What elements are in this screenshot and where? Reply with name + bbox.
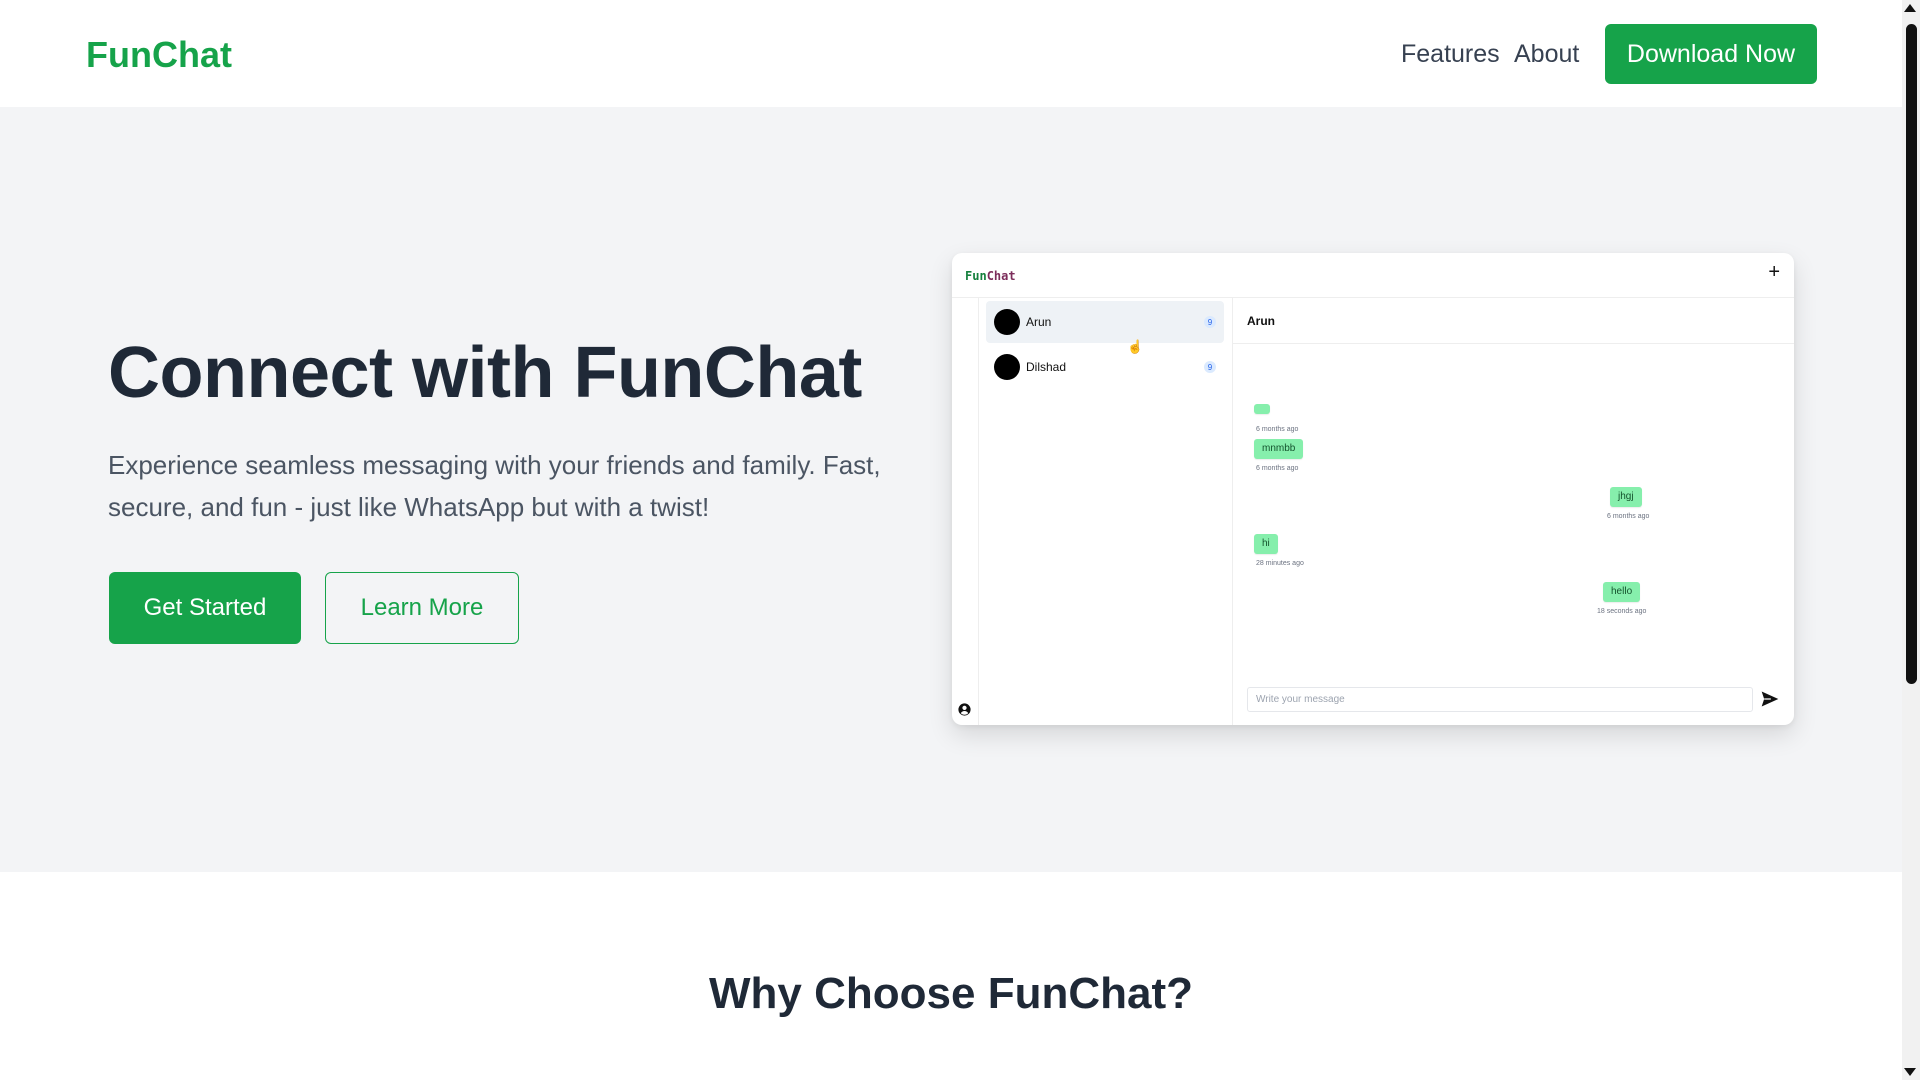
message-bubble: mnmbb: [1254, 439, 1304, 459]
message-bubble: hi: [1254, 534, 1278, 554]
scroll-down-arrow-icon[interactable]: [1904, 1068, 1916, 1076]
features-section: Why Choose FunChat?: [0, 872, 1902, 1080]
chat-header-name: Arun: [1247, 314, 1275, 328]
mockup-list-divider: [1232, 298, 1233, 725]
mockup-logo-part2: Chat: [986, 269, 1016, 283]
download-now-button[interactable]: Download Now: [1605, 24, 1817, 84]
landing-page: FunChat Features About Download Now Conn…: [0, 0, 1902, 1080]
brand-logo[interactable]: FunChat: [86, 34, 232, 76]
message-timestamp: 6 months ago: [1607, 513, 1650, 520]
contact-item-arun[interactable]: Arun 9: [986, 301, 1224, 343]
message-bubble: hello: [1603, 582, 1641, 602]
features-title: Why Choose FunChat?: [709, 969, 1193, 1018]
message-timestamp: 18 seconds ago: [1597, 608, 1647, 615]
plus-icon[interactable]: +: [1768, 261, 1780, 284]
learn-more-button[interactable]: Learn More: [325, 572, 519, 644]
chat-header-divider: [1233, 343, 1794, 344]
nav-link-features[interactable]: Features: [1401, 40, 1500, 69]
page-scrollbar[interactable]: [1902, 0, 1920, 1080]
send-icon[interactable]: [1760, 689, 1780, 709]
message-bubble: jhgj: [1610, 487, 1642, 507]
unread-badge: 9: [1204, 361, 1216, 373]
contact-name: Arun: [1026, 315, 1052, 329]
app-preview-mockup: FunChat + Arun 9 Dilshad 9 ☝ Arun 6 mont…: [952, 253, 1794, 725]
scrollbar-thumb[interactable]: [1906, 24, 1917, 684]
contact-item-dilshad[interactable]: Dilshad 9: [986, 346, 1224, 388]
user-circle-icon[interactable]: [958, 703, 971, 716]
message-timestamp: 28 minutes ago: [1256, 560, 1304, 567]
top-nav: FunChat Features About Download Now: [0, 0, 1902, 107]
avatar: [994, 309, 1020, 335]
mockup-logo-part1: Fun: [965, 269, 987, 283]
hero-subtitle: Experience seamless messaging with your …: [108, 450, 881, 522]
message-timestamp: 6 months ago: [1256, 426, 1299, 433]
scroll-up-arrow-icon[interactable]: [1904, 4, 1916, 12]
unread-badge: 9: [1204, 316, 1216, 328]
hero-title: Connect with FunChat: [108, 333, 862, 413]
avatar: [994, 354, 1020, 380]
mockup-rail-divider: [978, 298, 979, 725]
nav-link-about[interactable]: About: [1514, 40, 1579, 69]
message-input[interactable]: [1247, 687, 1753, 712]
mockup-header-divider: [952, 297, 1794, 298]
contact-name: Dilshad: [1026, 360, 1067, 374]
get-started-button[interactable]: Get Started: [109, 572, 301, 644]
message-timestamp: 6 months ago: [1256, 465, 1299, 472]
message-bubble: [1254, 404, 1270, 414]
hand-cursor-icon: ☝: [1127, 339, 1144, 354]
mockup-logo: FunChat: [965, 269, 1016, 283]
hero-section: Connect with FunChat Experience seamless…: [0, 107, 1902, 872]
